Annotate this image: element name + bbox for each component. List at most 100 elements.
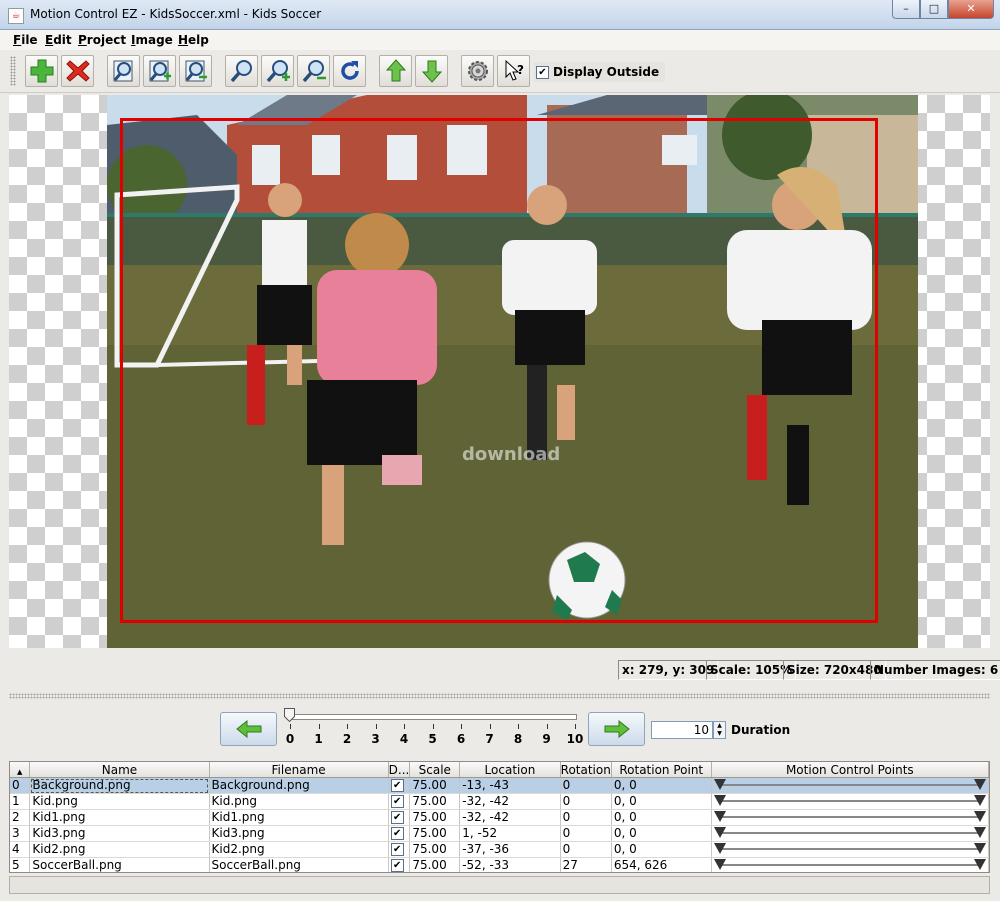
row-index[interactable]: 5 — [10, 857, 31, 872]
cell-name[interactable]: Background.png — [29, 777, 210, 794]
cell-rotation-point[interactable]: 0, 0 — [611, 825, 712, 842]
cell-filename[interactable]: Kid1.png — [209, 809, 389, 826]
table-row[interactable]: 3 Kid3.png Kid3.png ✔ 75.00 1, -52 0 0, 0 — [10, 825, 989, 842]
column-header-rotation[interactable]: Rotation — [560, 762, 612, 778]
cell-motion-control-points[interactable] — [711, 809, 989, 826]
cell-rotation[interactable]: 27 — [560, 857, 612, 872]
menu-file[interactable]: File — [13, 33, 38, 47]
row-index[interactable]: 4 — [10, 841, 31, 858]
split-pane-divider[interactable] — [9, 693, 990, 699]
cell-rotation[interactable]: 0 — [560, 793, 612, 810]
row-index[interactable]: 3 — [10, 825, 31, 842]
motion-control-track[interactable] — [713, 794, 986, 809]
cell-rotation-point[interactable]: 0, 0 — [611, 777, 712, 794]
start-keyframe-marker[interactable] — [713, 795, 726, 806]
cell-display-checkbox[interactable]: ✔ — [388, 841, 411, 858]
cell-motion-control-points[interactable] — [711, 841, 989, 858]
image-zoom-in-button[interactable] — [143, 55, 176, 87]
motion-control-track[interactable] — [713, 778, 986, 793]
display-checkbox[interactable]: ✔ — [390, 779, 404, 792]
display-outside-checkbox[interactable]: ✔ Display Outside — [534, 62, 666, 82]
cell-location[interactable]: -37, -36 — [459, 841, 561, 858]
image-zoom-out-button[interactable] — [179, 55, 212, 87]
zoom-in-button[interactable] — [261, 55, 294, 87]
cell-rotation-point[interactable]: 0, 0 — [611, 793, 712, 810]
cell-scale[interactable]: 75.00 — [409, 777, 461, 794]
move-up-button[interactable] — [379, 55, 412, 87]
cell-filename[interactable]: SoccerBall.png — [209, 857, 389, 872]
cell-rotation-point[interactable]: 654, 626 — [611, 857, 712, 872]
next-frame-button[interactable] — [588, 712, 645, 746]
zoom-out-button[interactable] — [297, 55, 330, 87]
maximize-button[interactable]: □ — [920, 0, 948, 19]
start-keyframe-marker[interactable] — [713, 859, 726, 870]
cell-filename[interactable]: Background.png — [209, 777, 389, 794]
zoom-button[interactable] — [225, 55, 258, 87]
table-row[interactable]: 5 SoccerBall.png SoccerBall.png ✔ 75.00 -52, … — [10, 857, 989, 872]
row-index[interactable]: 2 — [10, 809, 31, 826]
motion-control-track[interactable] — [713, 842, 986, 857]
cell-name[interactable]: Kid.png — [29, 793, 210, 810]
cell-rotation[interactable]: 0 — [560, 777, 612, 794]
column-header-scale[interactable]: Scale — [409, 762, 461, 778]
cell-motion-control-points[interactable] — [711, 825, 989, 842]
end-keyframe-marker[interactable] — [974, 827, 986, 838]
cell-motion-control-points[interactable] — [711, 857, 989, 872]
motion-control-track[interactable] — [713, 810, 986, 825]
duration-input[interactable]: 10 — [651, 721, 713, 739]
cell-scale[interactable]: 75.00 — [409, 809, 461, 826]
cell-name[interactable]: Kid3.png — [29, 825, 210, 842]
previous-frame-button[interactable] — [220, 712, 277, 746]
add-image-button[interactable] — [25, 55, 58, 87]
cell-scale[interactable]: 75.00 — [409, 841, 461, 858]
cell-filename[interactable]: Kid3.png — [209, 825, 389, 842]
cell-rotation-point[interactable]: 0, 0 — [611, 809, 712, 826]
move-down-button[interactable] — [415, 55, 448, 87]
duration-spinner[interactable]: ▲ ▼ — [713, 721, 726, 739]
motion-control-track[interactable] — [713, 858, 986, 872]
end-keyframe-marker[interactable] — [974, 859, 986, 870]
cell-display-checkbox[interactable]: ✔ — [388, 793, 411, 810]
start-keyframe-marker[interactable] — [713, 779, 726, 790]
display-checkbox[interactable]: ✔ — [390, 795, 404, 808]
end-keyframe-marker[interactable] — [974, 795, 986, 806]
cell-scale[interactable]: 75.00 — [409, 793, 461, 810]
cell-display-checkbox[interactable]: ✔ — [388, 825, 411, 842]
end-keyframe-marker[interactable] — [974, 811, 986, 822]
refresh-button[interactable] — [333, 55, 366, 87]
column-header-motion-control-points[interactable]: Motion Control Points — [711, 762, 989, 778]
column-header-filename[interactable]: Filename — [209, 762, 389, 778]
motion-control-track[interactable] — [713, 826, 986, 841]
cell-scale[interactable]: 75.00 — [409, 857, 461, 872]
menu-project[interactable]: Project — [78, 33, 126, 47]
display-checkbox[interactable]: ✔ — [390, 843, 404, 856]
settings-button[interactable] — [461, 55, 494, 87]
context-help-button[interactable]: ? — [497, 55, 530, 87]
cell-rotation[interactable]: 0 — [560, 809, 612, 826]
cell-display-checkbox[interactable]: ✔ — [388, 777, 411, 794]
display-checkbox[interactable]: ✔ — [390, 859, 404, 872]
column-header-index[interactable]: ▲ — [10, 762, 31, 778]
cell-name[interactable]: SoccerBall.png — [29, 857, 210, 872]
table-row[interactable]: 0 Background.png Background.png ✔ 75.00 -13, … — [10, 777, 989, 794]
table-row[interactable]: 1 Kid.png Kid.png ✔ 75.00 -32, -42 0 0, 0 — [10, 793, 989, 810]
cell-name[interactable]: Kid1.png — [29, 809, 210, 826]
toolbar-grip[interactable] — [10, 56, 16, 86]
cell-rotation[interactable]: 0 — [560, 841, 612, 858]
column-header-rotation-point[interactable]: Rotation Point — [611, 762, 712, 778]
image-zoom-button[interactable] — [107, 55, 140, 87]
cell-location[interactable]: -13, -43 — [459, 777, 561, 794]
column-header-display[interactable]: D... — [388, 762, 411, 778]
table-horizontal-scroll[interactable] — [9, 876, 990, 894]
close-button[interactable]: ✕ — [948, 0, 994, 19]
cell-display-checkbox[interactable]: ✔ — [388, 809, 411, 826]
slider-thumb[interactable] — [284, 708, 295, 722]
menu-help[interactable]: Help — [178, 33, 209, 47]
menu-edit[interactable]: Edit — [45, 33, 72, 47]
column-header-location[interactable]: Location — [459, 762, 561, 778]
table-row[interactable]: 4 Kid2.png Kid2.png ✔ 75.00 -37, -36 0 0, 0 — [10, 841, 989, 858]
cell-filename[interactable]: Kid.png — [209, 793, 389, 810]
delete-image-button[interactable] — [61, 55, 94, 87]
cell-rotation-point[interactable]: 0, 0 — [611, 841, 712, 858]
start-keyframe-marker[interactable] — [713, 827, 726, 838]
